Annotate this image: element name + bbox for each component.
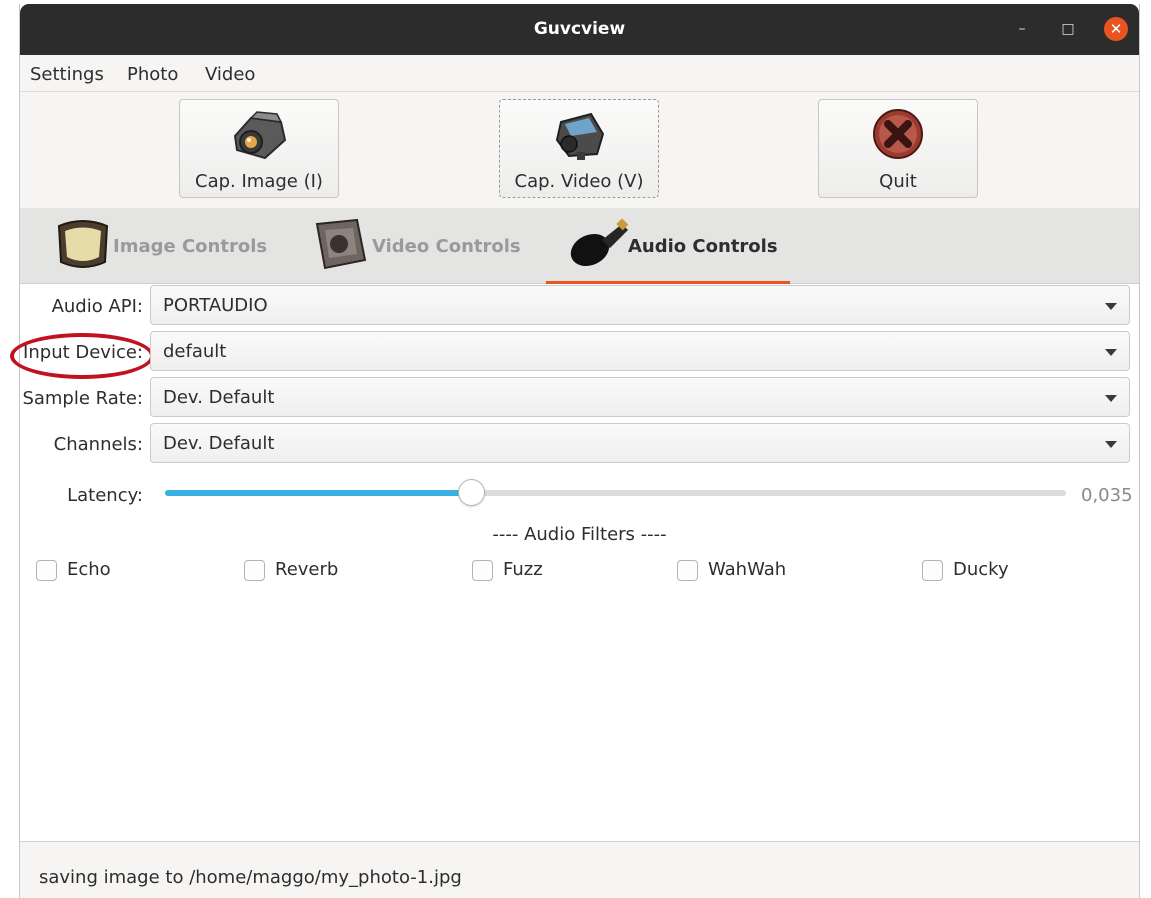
chevron-down-icon (1105, 303, 1117, 310)
echo-label: Echo (67, 559, 111, 580)
audio-api-value: PORTAUDIO (163, 295, 268, 316)
menu-settings[interactable]: Settings (30, 64, 104, 85)
active-tab-indicator (546, 281, 790, 284)
wahwah-label: WahWah (708, 559, 787, 580)
echo-checkbox[interactable] (36, 560, 57, 581)
film-icon (315, 218, 367, 270)
ducky-label: Ducky (953, 559, 1009, 580)
quit-button[interactable]: Quit (818, 99, 978, 198)
minimize-icon[interactable]: – (1010, 17, 1034, 41)
video-camera-icon (555, 112, 605, 160)
tab-bar: Image Controls Video Controls Audio Cont… (20, 208, 1139, 284)
status-message: saving image to /home/maggo/my_photo-1.j… (39, 867, 462, 888)
tab-label: Audio Controls (628, 236, 778, 257)
input-device-label: Input Device: (23, 342, 143, 363)
cap-video-label: Cap. Video (V) (514, 171, 644, 192)
fuzz-checkbox[interactable] (472, 560, 493, 581)
latency-value: 0,035 (1081, 485, 1133, 506)
toolbar: Cap. Image (I) Cap. Video (V) Quit (20, 92, 1139, 208)
cap-image-label: Cap. Image (I) (195, 171, 323, 192)
audio-api-label: Audio API: (51, 296, 143, 317)
latency-slider-handle[interactable] (458, 479, 486, 506)
window-title: Guvcview (533, 19, 626, 39)
input-device-value: default (163, 341, 227, 362)
status-bar: saving image to /home/maggo/my_photo-1.j… (20, 841, 1139, 898)
reverb-label: Reverb (275, 559, 339, 580)
quit-icon (873, 109, 923, 159)
ducky-checkbox[interactable] (922, 560, 943, 581)
app-window: Guvcview – □ ✕ Settings Photo Video Cap.… (10, 4, 1140, 898)
maximize-icon[interactable]: □ (1056, 17, 1080, 41)
reverb-checkbox[interactable] (244, 560, 265, 581)
sample-rate-value: Dev. Default (163, 387, 275, 408)
fuzz-label: Fuzz (503, 559, 543, 580)
channels-label: Channels: (53, 434, 143, 455)
audio-filters-heading: ---- Audio Filters ---- (492, 524, 667, 545)
chevron-down-icon (1105, 441, 1117, 448)
chevron-down-icon (1105, 395, 1117, 402)
latency-slider-fill (165, 490, 472, 496)
chevron-down-icon (1105, 349, 1117, 356)
tab-video-controls[interactable]: Video Controls (307, 208, 537, 284)
sample-rate-label: Sample Rate: (22, 388, 143, 409)
close-icon[interactable]: ✕ (1104, 17, 1128, 41)
latency-slider-track[interactable] (165, 490, 1066, 496)
menu-photo[interactable]: Photo (127, 64, 178, 85)
quit-label: Quit (879, 171, 917, 192)
latency-label: Latency: (67, 485, 143, 506)
audio-api-select[interactable]: PORTAUDIO (150, 285, 1130, 325)
channels-value: Dev. Default (163, 433, 275, 454)
cap-video-button[interactable]: Cap. Video (V) (499, 99, 659, 198)
input-device-select[interactable]: default (150, 331, 1130, 371)
monitor-icon (57, 220, 109, 268)
camera-icon (233, 111, 287, 160)
tab-label: Image Controls (113, 236, 268, 257)
wahwah-checkbox[interactable] (677, 560, 698, 581)
cap-image-button[interactable]: Cap. Image (I) (179, 99, 339, 198)
tab-audio-controls[interactable]: Audio Controls (546, 208, 790, 284)
sample-rate-select[interactable]: Dev. Default (150, 377, 1130, 417)
menu-bar: Settings Photo Video (20, 55, 1139, 92)
menu-video[interactable]: Video (205, 64, 255, 85)
channels-select[interactable]: Dev. Default (150, 423, 1130, 463)
title-bar[interactable]: Guvcview – □ ✕ (20, 4, 1139, 55)
tab-image-controls[interactable]: Image Controls (53, 208, 273, 284)
microphone-icon (570, 218, 629, 267)
tab-label: Video Controls (372, 236, 521, 257)
